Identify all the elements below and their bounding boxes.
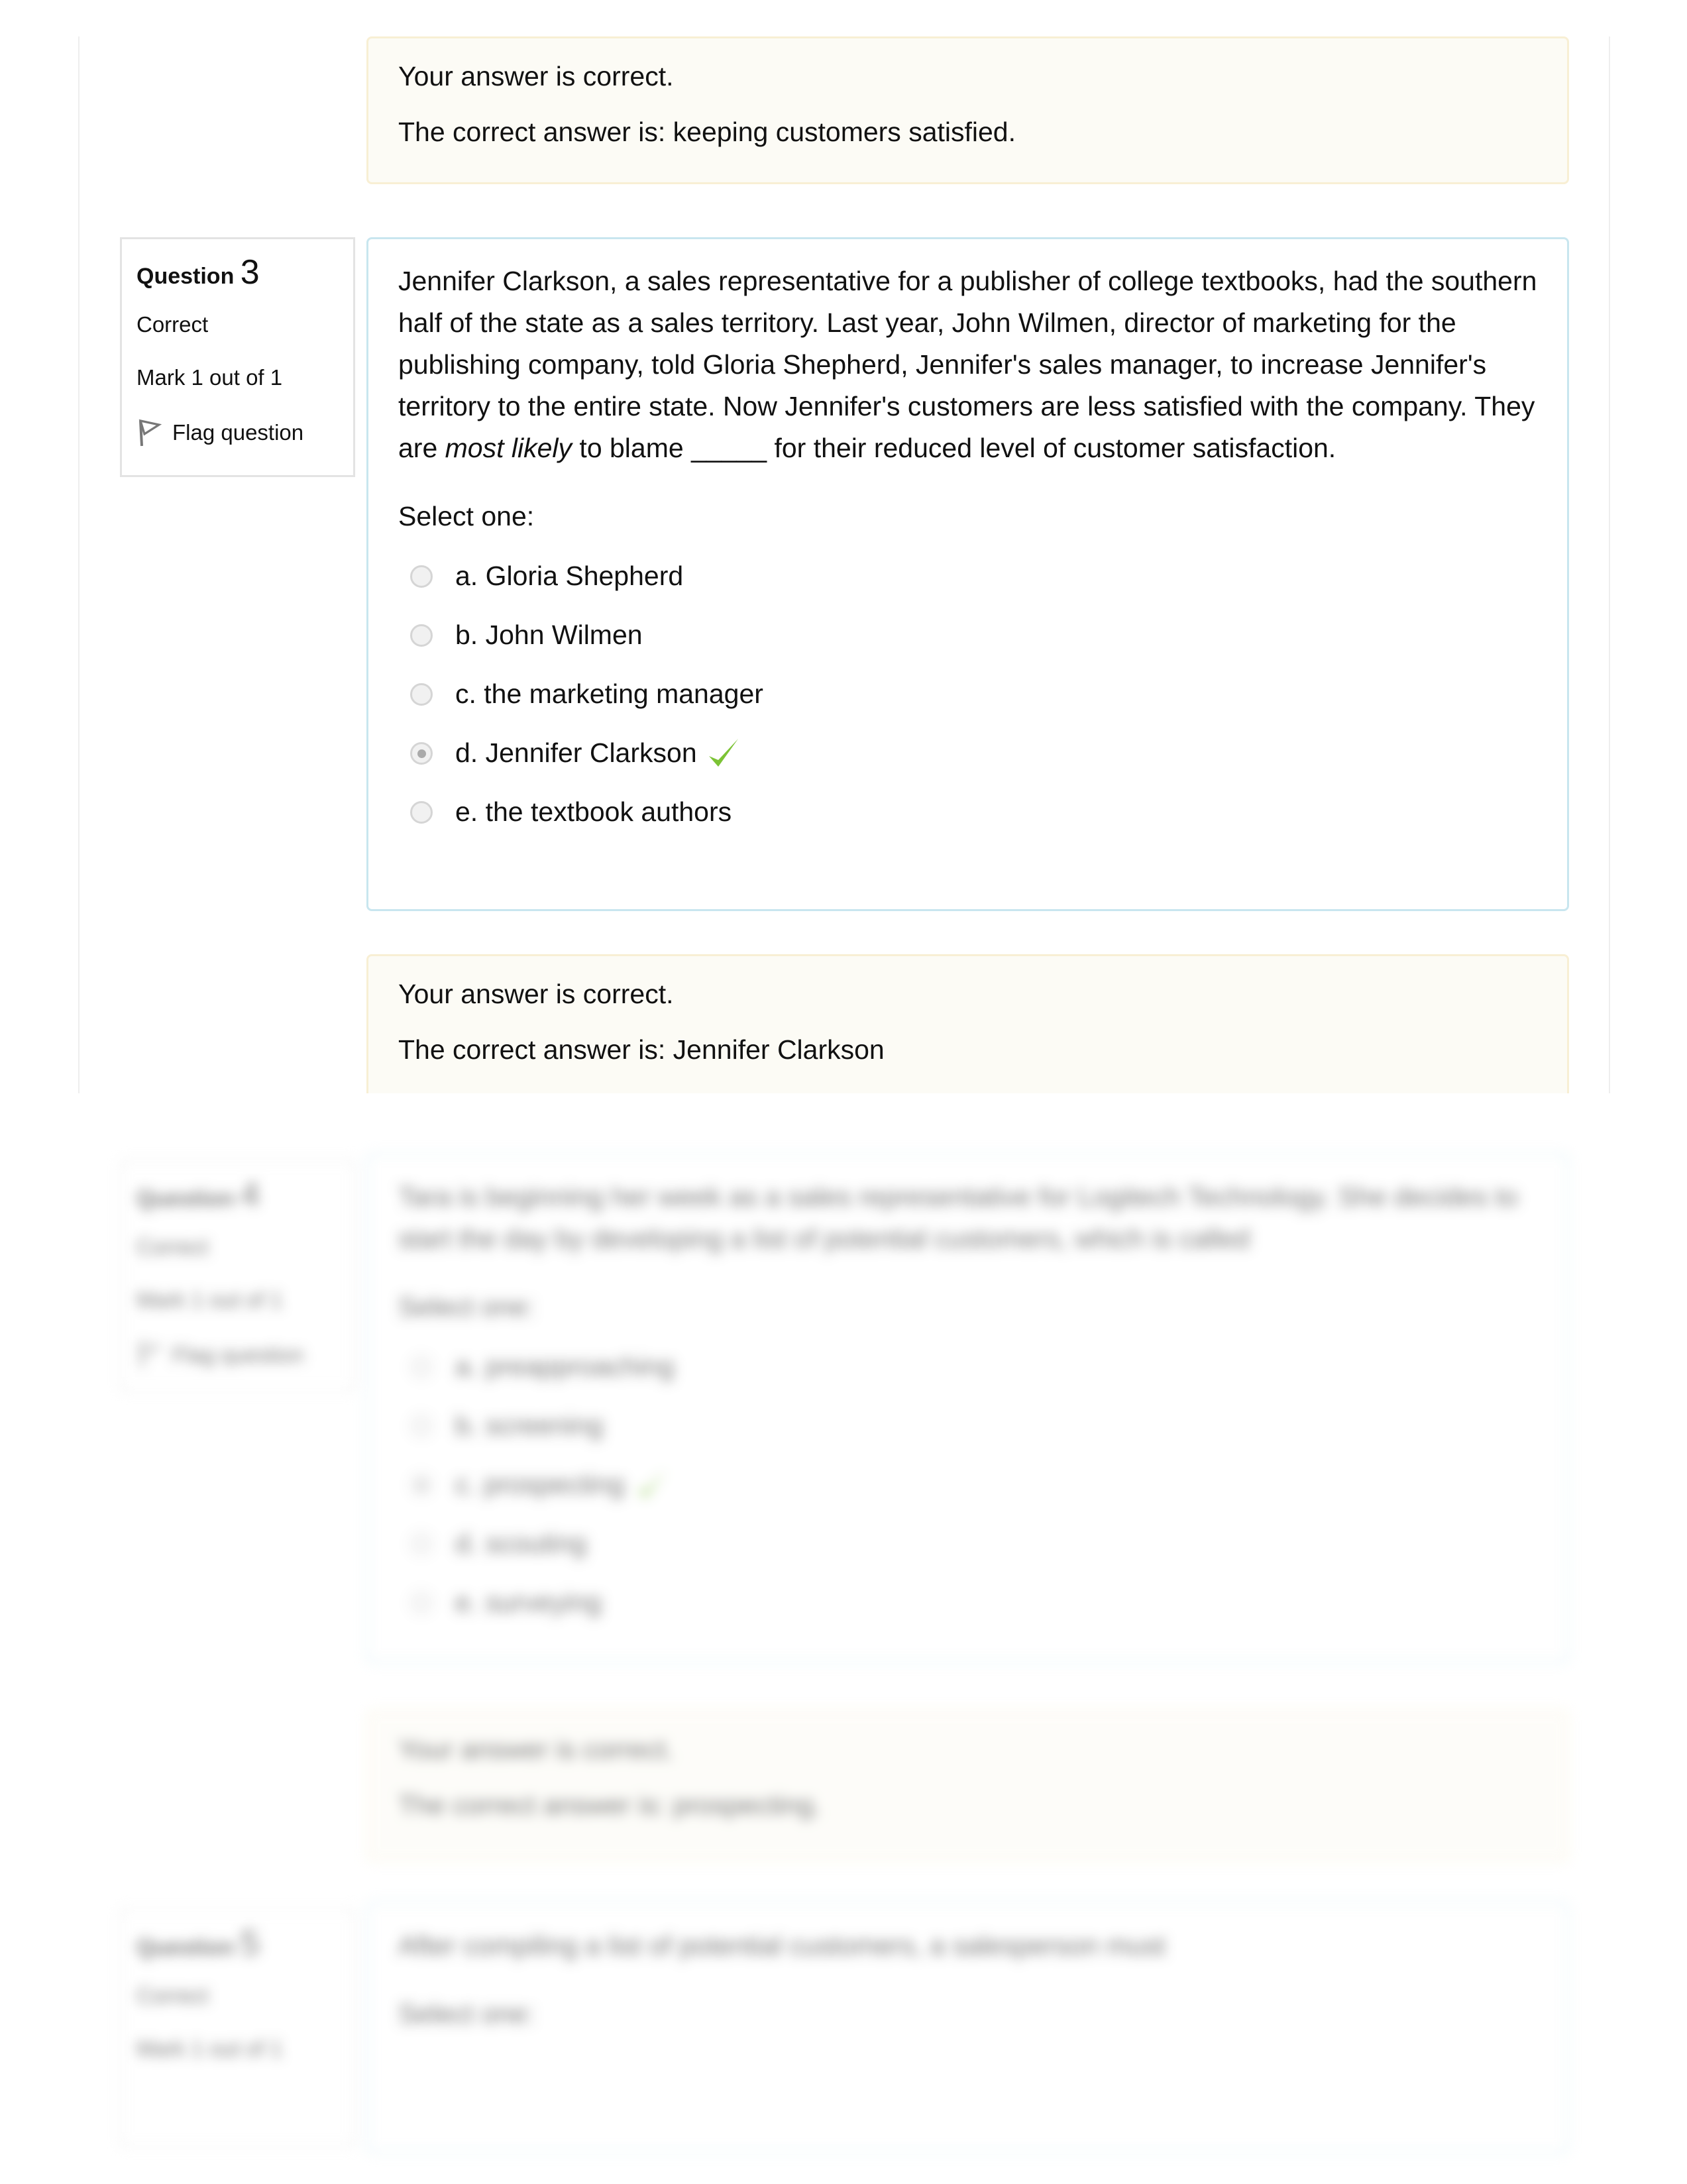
q4-content: Tara is beginning her week as a sales re… (366, 1153, 1569, 1663)
option-label: c. prospecting (455, 1469, 625, 1500)
radio-button[interactable] (410, 1591, 433, 1614)
feedback-status: Your answer is correct. (398, 61, 674, 91)
question-state: Correct (136, 1983, 209, 2008)
flag-label: Flag question (172, 1342, 304, 1367)
radio-button[interactable] (410, 1355, 433, 1378)
answer-option-b[interactable]: b. screening (398, 1396, 1537, 1455)
q3-feedback: Your answer is correct. The correct answ… (366, 954, 1569, 1093)
question-mark: Mark 1 out of 1 (136, 365, 283, 390)
answer-option-d[interactable]: d. scouting (398, 1514, 1537, 1573)
correct-check-icon (636, 1470, 666, 1498)
option-label: d. scouting (455, 1528, 587, 1558)
feedback-correct-answer: The correct answer is: prospecting. (398, 1790, 822, 1820)
q5-content: After compiling a list of potential cust… (366, 1902, 1569, 2154)
answer-option-e[interactable]: e. surveying (398, 1573, 1537, 1632)
question-text: Jennifer Clarkson, a sales representativ… (398, 260, 1537, 469)
select-one-label: Select one: (398, 1998, 535, 2029)
question-mark: Mark 1 out of 1 (136, 2036, 283, 2061)
flag-question-link[interactable]: Flag question (136, 418, 339, 447)
radio-button[interactable] (410, 624, 433, 647)
radio-button-selected[interactable] (410, 1473, 433, 1496)
answer-option-e[interactable]: e. the textbook authors (398, 783, 1537, 842)
q4-feedback: Your answer is correct. The correct answ… (366, 1710, 1569, 1862)
radio-button[interactable] (410, 682, 433, 706)
q3-content: Jennifer Clarkson, a sales representativ… (366, 237, 1569, 911)
answer-option-d[interactable]: d. Jennifer Clarkson (398, 724, 1537, 783)
answer-option-c[interactable]: c. prospecting (398, 1455, 1537, 1514)
radio-button[interactable] (410, 800, 433, 824)
question-text: After compiling a list of potential cust… (398, 1930, 1166, 1961)
flag-icon (138, 1341, 162, 1369)
feedback-correct-answer: The correct answer is: keeping customers… (398, 117, 1016, 147)
question-label: Question (136, 1935, 235, 1960)
radio-button-selected[interactable] (410, 741, 433, 765)
answer-option-a[interactable]: a. preapproaching (398, 1337, 1537, 1396)
flag-question-link[interactable]: Flag question (136, 1340, 339, 1370)
feedback-status: Your answer is correct. (398, 979, 674, 1009)
q3-info: Question 3 Correct Mark 1 out of 1 Flag … (120, 237, 355, 477)
option-label: d. Jennifer Clarkson (455, 737, 697, 768)
feedback-status: Your answer is correct. (398, 1734, 674, 1765)
correct-check-icon (708, 738, 738, 767)
radio-button[interactable] (410, 565, 433, 588)
question-text: Tara is beginning her week as a sales re… (398, 1181, 1518, 1254)
question-num: 4 (240, 1175, 260, 1214)
feedback-correct-answer: The correct answer is: Jennifer Clarkson (398, 1034, 885, 1065)
select-one-label: Select one: (398, 501, 535, 531)
flag-label: Flag question (172, 420, 304, 445)
answer-option-c[interactable]: c. the marketing manager (398, 665, 1537, 724)
select-one-label: Select one: (398, 1291, 535, 1322)
question-state: Correct (136, 1234, 209, 1259)
q2-feedback: Your answer is correct. The correct answ… (366, 36, 1569, 184)
answer-option-b[interactable]: b. John Wilmen (398, 606, 1537, 665)
q4-info: Question 4 Correct Mark 1 out of 1 Flag … (120, 1160, 355, 1392)
page-border-right (1609, 36, 1610, 1093)
option-label: e. the textbook authors (455, 796, 732, 827)
question-num: 3 (240, 253, 260, 292)
question-text-emphasis: most likely (445, 433, 572, 463)
option-label: a. preapproaching (455, 1351, 675, 1382)
radio-button[interactable] (410, 1532, 433, 1555)
question-label: Question (136, 264, 235, 289)
option-label: c. the marketing manager (455, 679, 763, 709)
option-label: b. screening (455, 1410, 604, 1441)
option-label: b. John Wilmen (455, 620, 643, 650)
answer-option-a[interactable]: a. Gloria Shepherd (398, 547, 1537, 606)
question-mark: Mark 1 out of 1 (136, 1287, 283, 1312)
question-text-part: to blame _____ for their reduced level o… (572, 433, 1336, 463)
question-state: Correct (136, 312, 209, 337)
blurred-preview-region: Question 4 Correct Mark 1 out of 1 Flag … (0, 1093, 1687, 2184)
flag-icon (138, 419, 162, 447)
option-label: e. surveying (455, 1587, 602, 1617)
question-number: Question 3 (136, 252, 339, 292)
question-num: 5 (240, 1924, 260, 1963)
question-label: Question (136, 1186, 235, 1211)
page-border-left (78, 36, 80, 1093)
visible-quiz-region: Your answer is correct. The correct answ… (0, 0, 1687, 1093)
q5-info: Question 5 Correct Mark 1 out of 1 (120, 1908, 355, 2147)
option-label: a. Gloria Shepherd (455, 561, 684, 591)
radio-button[interactable] (410, 1414, 433, 1437)
